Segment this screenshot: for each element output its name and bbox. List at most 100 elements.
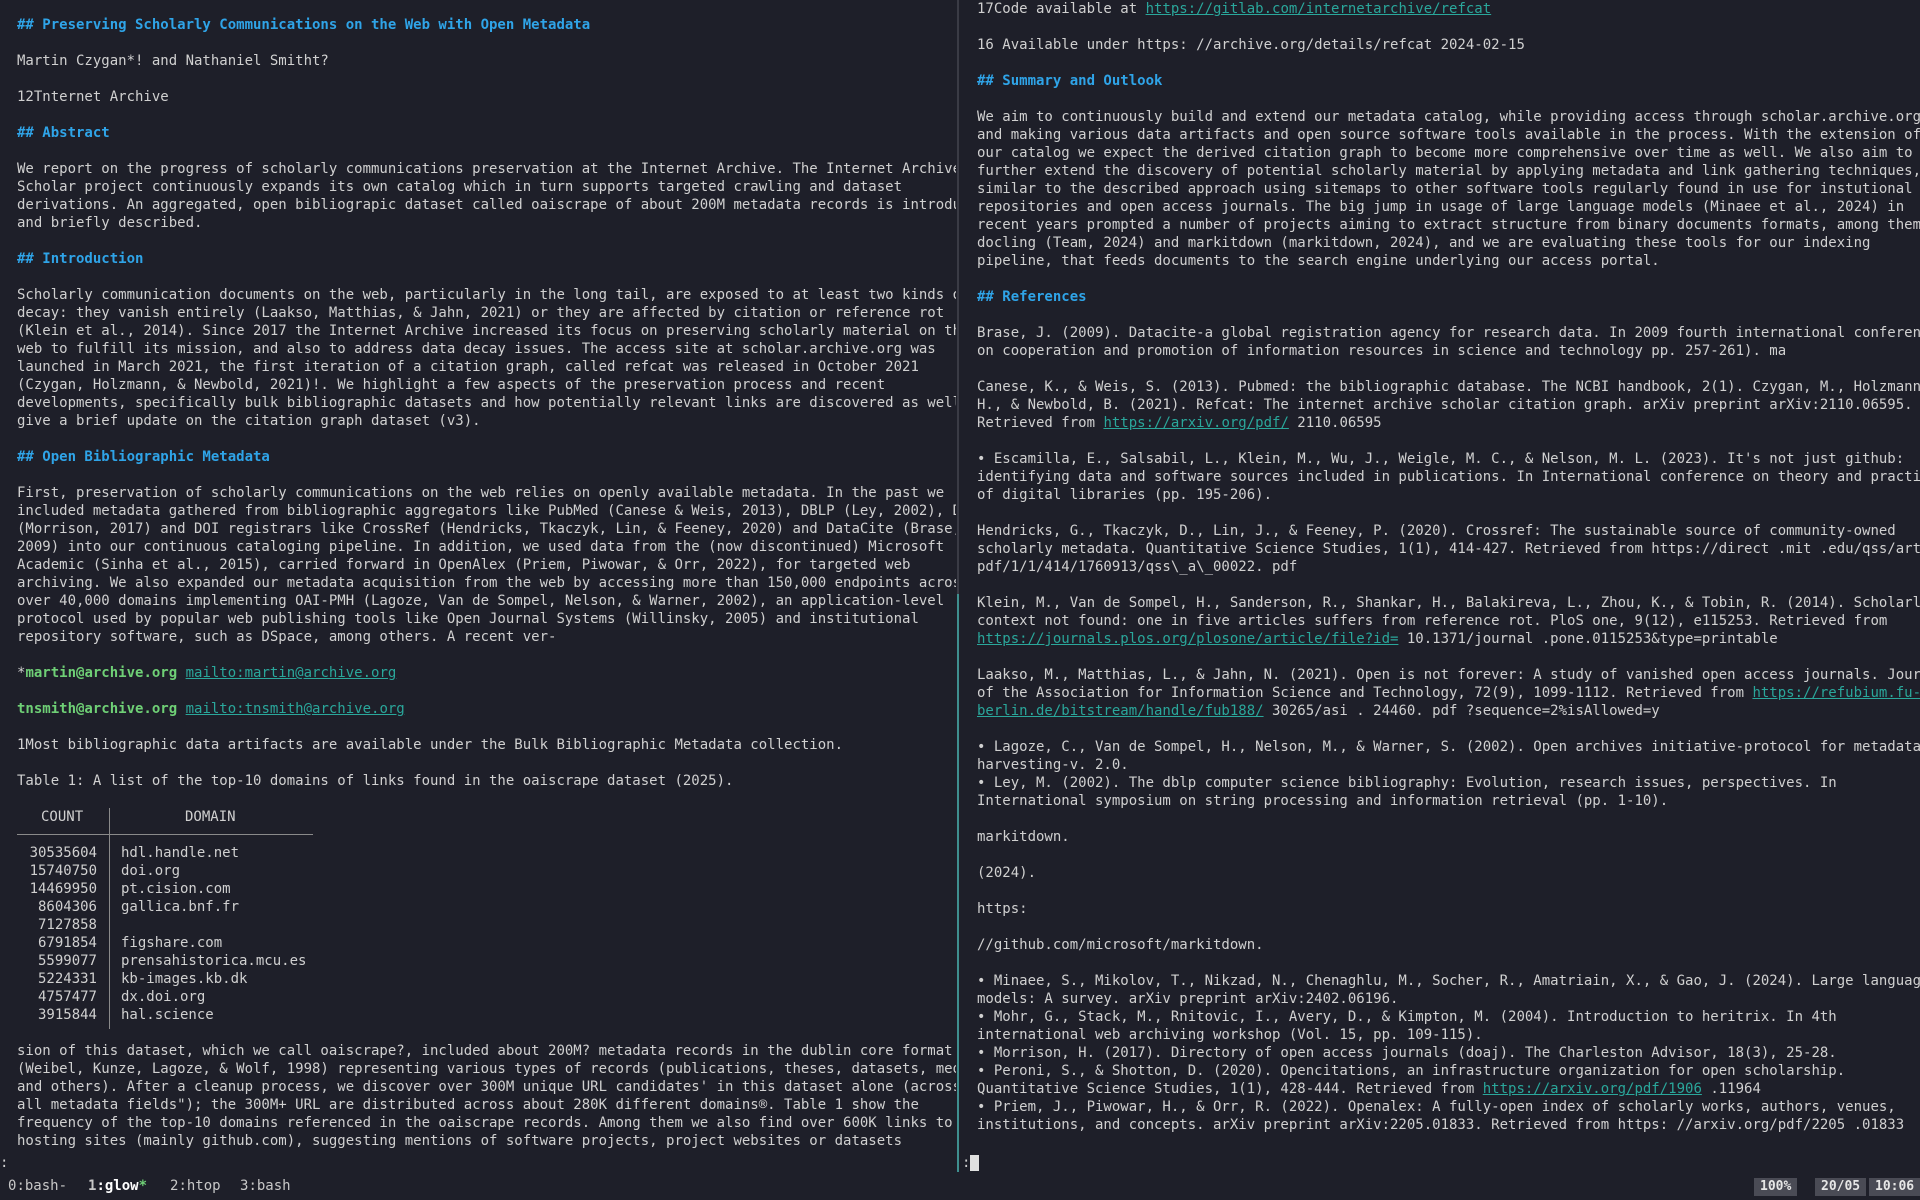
- paragraph-line: sion of this dataset, which we call oais…: [17, 1043, 953, 1059]
- paragraph-line: give a brief update on the citation grap…: [17, 413, 481, 429]
- footnote-text: 17Code available at: [977, 1, 1146, 17]
- reference-line: models: A survey. arXiv preprint arXiv:2…: [977, 991, 1399, 1007]
- reference-line: • Mohr, G., Stack, M., Rnitovic, I., Ave…: [977, 1009, 1837, 1025]
- references-heading: ## References: [977, 289, 1087, 305]
- paragraph-line: (Morrison, 2017) and DOI registrars like…: [17, 521, 956, 537]
- paragraph-line: Scholar project continuously expands its…: [17, 179, 903, 195]
- table-row: 7127858: [17, 916, 956, 934]
- paragraph-line: further extend the discovery of potentia…: [977, 163, 1920, 179]
- paragraph-line: developments, specifically bulk bibliogr…: [17, 395, 956, 411]
- window-name: bash: [24, 1178, 59, 1194]
- clock: 10:06: [1869, 1178, 1920, 1196]
- markitdown-line: markitdown.: [977, 829, 1070, 845]
- reference-line: • Morrison, H. (2017). Directory of open…: [977, 1045, 1837, 1061]
- paragraph-line: web to fulfill its mission, and also to …: [17, 341, 936, 357]
- mailto-link-tnsmith[interactable]: mailto:tnsmith@archive.org: [186, 701, 405, 717]
- abstract-heading: ## Abstract: [17, 125, 110, 141]
- paragraph-line: recent years prompted a number of projec…: [977, 217, 1920, 233]
- email-bold: martin@archive.org: [25, 665, 178, 681]
- gitlab-link[interactable]: https://gitlab.com/internetarchive/refca…: [1146, 1, 1492, 17]
- active-pane-indicator: [957, 594, 959, 1172]
- paragraph-line: decay: they vanish entirely (Laakso, Mat…: [17, 305, 945, 321]
- footnote-bulk-metadata: 1Most bibliographic data artifacts are a…: [17, 737, 844, 753]
- paragraph-line: frequency of the top-10 domains referenc…: [17, 1115, 956, 1131]
- reference-line: harvesting-v. 2.0.: [977, 757, 1129, 773]
- tmux-status-bar: 0:bash- 1:glow* 2:htop 3:bash 100% 20/05…: [0, 1172, 1920, 1200]
- reference-line: on cooperation and promotion of informat…: [977, 343, 1787, 359]
- cell-domain: figshare.com: [121, 935, 223, 951]
- domains-table: COUNT DOMAIN 30535604 hdl.handle.net 15740…: [17, 808, 956, 1029]
- column-header-domain: DOMAIN: [185, 809, 236, 825]
- window-tab-0[interactable]: 0:bash-: [8, 1172, 67, 1200]
- reference-line: berlin.de/bitstream/handle/fub188/ 30265…: [977, 702, 1920, 720]
- reference-line: context not found: one in five articles …: [977, 613, 1888, 629]
- left-pane[interactable]: ## Preserving Scholarly Communications o…: [0, 0, 956, 1172]
- zoom-indicator: 100%: [1754, 1178, 1798, 1196]
- cell-domain: prensahistorica.mcu.es: [121, 953, 307, 969]
- footnote-available: 16 Available under https: //archive.org/…: [977, 37, 1525, 53]
- cell-count: 30535604: [29, 845, 97, 861]
- paragraph-line: Scholarly communication documents on the…: [17, 287, 956, 303]
- reference-line: Retrieved from https://arxiv.org/pdf/ 21…: [977, 414, 1920, 432]
- reference-text: .11964: [1701, 1081, 1761, 1097]
- paragraph-line: protocol used by popular web publishing …: [17, 611, 919, 627]
- reference-list-tail: • Minaee, S., Mikolov, T., Nikzad, N., C…: [977, 972, 1920, 1134]
- right-pane[interactable]: 17Code available at https://gitlab.com/i…: [962, 0, 1920, 1172]
- summary-heading: ## Summary and Outlook: [977, 73, 1163, 89]
- cell-domain: doi.org: [121, 863, 181, 879]
- refubium-link-continued[interactable]: berlin.de/bitstream/handle/fub188/: [977, 703, 1264, 719]
- window-flag: *: [138, 1178, 148, 1194]
- reference-laakso: Laakso, M., Matthias, L., & Jahn, N. (20…: [977, 666, 1920, 720]
- document-title: ## Preserving Scholarly Communications o…: [17, 17, 591, 33]
- paragraph-line: and briefly described.: [17, 215, 203, 231]
- refubium-link[interactable]: https://refubium.fu-: [1752, 685, 1920, 701]
- paragraph-line: (Weibel, Kunze, Lagoze, & Wolf, 1998) re…: [17, 1061, 956, 1077]
- cell-count: 4757477: [37, 989, 97, 1005]
- right-pager-prompt[interactable]: :: [962, 1154, 980, 1172]
- left-pager-prompt[interactable]: :: [0, 1154, 8, 1172]
- table-row: 30535604 hdl.handle.net: [17, 844, 956, 862]
- paragraph-line: hosting sites (mainly github.com), sugge…: [17, 1133, 903, 1149]
- mailto-link-martin[interactable]: mailto:martin@archive.org: [186, 665, 397, 681]
- reference-text: 30265/asi . 24460. pdf ?sequence=2%isAll…: [1263, 703, 1660, 719]
- reference-lagoze-ley: • Lagoze, C., Van de Sompel, H., Nelson,…: [977, 738, 1920, 810]
- email-footnote-martin: *martin@archive.org mailto:martin@archiv…: [17, 664, 956, 682]
- cell-count: 8604306: [37, 899, 97, 915]
- window-tab-2[interactable]: 2:htop: [170, 1172, 221, 1200]
- reference-hendricks: Hendricks, G., Tkaczyk, D., Lin, J., & F…: [977, 522, 1920, 576]
- reference-line: • Peroni, S., & Shotton, D. (2020). Open…: [977, 1063, 1846, 1079]
- paragraph-line: all metadata fields"); the 300M+ URL are…: [17, 1097, 919, 1113]
- table-row: 3915844 hal.science: [17, 1006, 956, 1024]
- summary-paragraph: We aim to continuously build and extend …: [977, 108, 1920, 270]
- reference-line: Hendricks, G., Tkaczyk, D., Lin, J., & F…: [977, 523, 1896, 539]
- paragraph-line: First, preservation of scholarly communi…: [17, 485, 945, 501]
- reference-line: Klein, M., Van de Sompel, H., Sanderson,…: [977, 595, 1920, 611]
- window-tab-1[interactable]: 1:glow*: [88, 1172, 147, 1200]
- email-bold: tnsmith@archive.org: [17, 701, 178, 717]
- markitdown-year: (2024).: [977, 865, 1037, 881]
- table-header-divider: [17, 834, 313, 835]
- reference-line: • Lagoze, C., Van de Sompel, H., Nelson,…: [977, 739, 1920, 755]
- window-name: htop: [186, 1178, 221, 1194]
- plos-link[interactable]: https://journals.plos.org/plosone/articl…: [977, 631, 1398, 647]
- markitdown-url: //github.com/microsoft/markitdown.: [977, 937, 1264, 953]
- cell-count: 5599077: [37, 953, 97, 969]
- table-row: 4757477 dx.doi.org: [17, 988, 956, 1006]
- reference-line: pdf/1/1/414/1760913/qss\_a\_00022. pdf: [977, 559, 1298, 575]
- paragraph-line: We aim to continuously build and extend …: [977, 109, 1920, 125]
- arxiv-link-peroni[interactable]: https://arxiv.org/pdf/1906: [1483, 1081, 1702, 1097]
- continuation-paragraph: sion of this dataset, which we call oais…: [17, 1042, 956, 1150]
- cell-domain: gallica.bnf.fr: [121, 899, 240, 915]
- reference-line: of digital libraries (pp. 195-206).: [977, 487, 1273, 503]
- cell-count: 6791854: [37, 935, 97, 951]
- arxiv-link[interactable]: https://arxiv.org/pdf/: [1103, 415, 1288, 431]
- metadata-paragraph: First, preservation of scholarly communi…: [17, 484, 956, 646]
- reference-line: scholarly metadata. Quantitative Science…: [977, 541, 1920, 557]
- window-index: 0: [8, 1178, 17, 1194]
- window-tab-3[interactable]: 3:bash: [240, 1172, 291, 1200]
- reference-line: https://journals.plos.org/plosone/articl…: [977, 630, 1920, 648]
- reference-line: • Priem, J., Piwowar, H., & Orr, R. (202…: [977, 1099, 1896, 1115]
- paragraph-line: and making various data artifacts and op…: [977, 127, 1920, 143]
- reference-text: 10.1371/journal .pone.0115253&type=print…: [1398, 631, 1778, 647]
- table-caption: Table 1: A list of the top-10 domains of…: [17, 773, 734, 789]
